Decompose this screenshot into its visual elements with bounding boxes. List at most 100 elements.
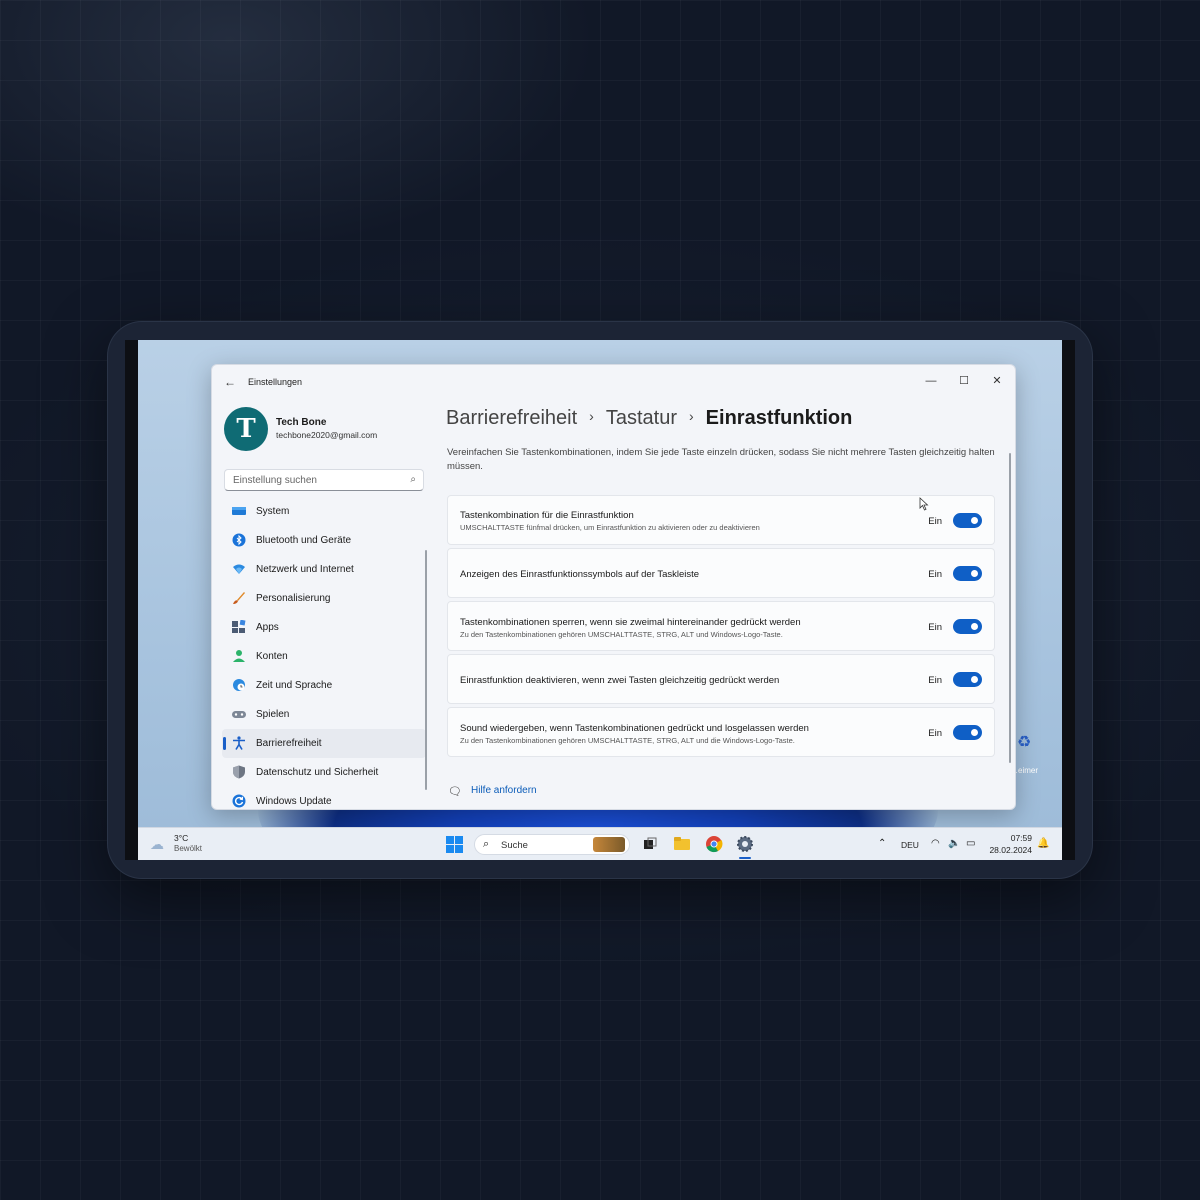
battery-icon[interactable]: ▭ — [966, 838, 975, 849]
mouse-cursor-icon — [919, 497, 929, 511]
sidebar-item-label: Personalisierung — [256, 593, 331, 604]
file-explorer-icon[interactable] — [672, 834, 692, 854]
page-description: Vereinfachen Sie Tastenkombinationen, in… — [447, 447, 995, 472]
title-bar: ← Einstellungen — ☐ ✕ — [212, 365, 1015, 399]
breadcrumb-keyboard[interactable]: Tastatur — [606, 407, 677, 429]
bluetooth-icon — [232, 533, 246, 547]
weather-temperature[interactable]: 3°C — [174, 833, 188, 843]
avatar[interactable]: T — [224, 407, 268, 451]
desktop: ♻ …eimer ← Einstellungen — ☐ ✕ T Tech Bo… — [138, 340, 1062, 860]
help-link[interactable]: Hilfe anfordern — [471, 785, 537, 796]
network-icon — [233, 564, 245, 574]
update-icon — [232, 794, 246, 808]
clock-date[interactable]: 28.02.2024 — [982, 845, 1032, 855]
sidebar-nav: System Bluetooth und Geräte Netzwerk und… — [222, 497, 426, 809]
taskbar: ☁ 3°C Bewölkt ⌕ Suche ⌃ DEU ◠ 🔈 ▭ 07:59 — [138, 827, 1062, 860]
sidebar-item-label: Netzwerk und Internet — [256, 564, 354, 575]
toggle-state: Ein — [928, 516, 942, 527]
setting-card-lock-shortcut[interactable]: Tastenkombinationen sperren, wenn sie zw… — [447, 601, 995, 651]
windows-start-icon[interactable] — [446, 836, 463, 853]
settings-gear-icon[interactable] — [735, 834, 755, 854]
content-scrollbar[interactable] — [1009, 453, 1011, 763]
toggle-knob — [971, 676, 978, 683]
minimize-button[interactable]: — — [916, 371, 946, 391]
search-input[interactable] — [231, 474, 405, 487]
search-icon[interactable]: ⌕ — [410, 474, 416, 485]
setting-title: Einrastfunktion deaktivieren, wenn zwei … — [460, 675, 780, 686]
active-app-indicator — [739, 857, 751, 859]
setting-title: Tastenkombinationen sperren, wenn sie zw… — [460, 617, 801, 628]
setting-card-sound[interactable]: Sound wiedergeben, wenn Tastenkombinatio… — [447, 707, 995, 757]
search-highlight-image — [593, 837, 625, 852]
search-icon: ⌕ — [483, 838, 490, 850]
sidebar-item-system[interactable]: System — [222, 497, 426, 526]
toggle-switch[interactable] — [953, 566, 982, 581]
window-title: Einstellungen — [248, 377, 303, 387]
task-view-icon[interactable] — [640, 834, 660, 854]
close-button[interactable]: ✕ — [982, 371, 1012, 391]
toggle-switch[interactable] — [953, 672, 982, 687]
toggle-switch[interactable] — [953, 725, 982, 740]
sidebar-item-apps[interactable]: Apps — [222, 613, 426, 642]
recycle-bin-icon[interactable]: ♻ — [1013, 732, 1035, 758]
page-title: Einrastfunktion — [705, 407, 853, 429]
toggle-state: Ein — [928, 675, 942, 686]
system-icon — [232, 507, 246, 515]
notification-bell-icon[interactable]: 🔔 — [1037, 838, 1049, 849]
toggle-state: Ein — [928, 622, 942, 633]
setting-title: Anzeigen des Einrastfunktionssymbols auf… — [460, 569, 700, 580]
sidebar-item-label: Datenschutz und Sicherheit — [256, 767, 379, 778]
sidebar-item-network[interactable]: Netzwerk und Internet — [222, 555, 426, 584]
setting-card-two-keys[interactable]: Einrastfunktion deaktivieren, wenn zwei … — [447, 654, 995, 704]
chevron-up-icon[interactable]: ⌃ — [878, 838, 886, 849]
chrome-icon[interactable] — [704, 834, 724, 854]
toggle-knob — [971, 729, 978, 736]
screen-bezel: ♻ …eimer ← Einstellungen — ☐ ✕ T Tech Bo… — [125, 340, 1075, 860]
sidebar-item-gaming[interactable]: Spielen — [222, 700, 426, 729]
taskbar-search[interactable]: ⌕ Suche — [474, 834, 630, 855]
apps-icon — [232, 620, 246, 633]
settings-search[interactable]: ⌕ — [224, 469, 424, 491]
setting-subtitle: Zu den Tastenkombinationen gehören UMSCH… — [460, 736, 795, 745]
speaker-icon[interactable]: 🔈 — [948, 838, 960, 849]
toggle-state: Ein — [928, 728, 942, 739]
maximize-button[interactable]: ☐ — [949, 371, 979, 391]
sidebar-item-label: Windows Update — [256, 796, 332, 807]
wifi-icon[interactable]: ◠ — [931, 838, 940, 849]
sidebar-scrollbar[interactable] — [425, 550, 427, 790]
user-name: Tech Bone — [276, 417, 327, 428]
sidebar-item-windows-update[interactable]: Windows Update — [222, 787, 426, 809]
weather-description[interactable]: Bewölkt — [174, 844, 202, 853]
setting-title: Sound wiedergeben, wenn Tastenkombinatio… — [460, 723, 809, 734]
setting-subtitle: UMSCHALTTASTE fünfmal drücken, um Einras… — [460, 523, 760, 532]
taskbar-search-placeholder: Suche — [501, 840, 528, 851]
cloud-icon[interactable]: ☁ — [150, 836, 164, 853]
toggle-knob — [971, 623, 978, 630]
sidebar-item-accounts[interactable]: Konten — [222, 642, 426, 671]
sidebar-item-label: Zeit und Sprache — [256, 680, 333, 691]
help-icon[interactable]: 🗨 — [448, 785, 462, 798]
chevron-right-icon: › — [689, 408, 694, 424]
account-icon — [233, 650, 245, 662]
sidebar-item-time-language[interactable]: Zeit und Sprache — [222, 671, 426, 700]
toggle-switch[interactable] — [953, 513, 982, 528]
sidebar-item-privacy[interactable]: Datenschutz und Sicherheit — [222, 758, 426, 787]
sidebar-item-personalization[interactable]: Personalisierung — [222, 584, 426, 613]
shield-icon — [233, 765, 245, 779]
sidebar-item-bluetooth[interactable]: Bluetooth und Geräte — [222, 526, 426, 555]
setting-card-taskbar-icon[interactable]: Anzeigen des Einrastfunktionssymbols auf… — [447, 548, 995, 598]
back-arrow-icon[interactable]: ← — [224, 375, 236, 389]
toggle-state: Ein — [928, 569, 942, 580]
active-indicator — [223, 737, 226, 750]
sidebar-item-label: Konten — [256, 651, 288, 662]
toggle-switch[interactable] — [953, 619, 982, 634]
settings-window: ← Einstellungen — ☐ ✕ T Tech Bone techbo… — [211, 364, 1016, 810]
setting-subtitle: Zu den Tastenkombinationen gehören UMSCH… — [460, 630, 783, 639]
language-indicator[interactable]: DEU — [901, 840, 919, 850]
breadcrumb-accessibility[interactable]: Barrierefreiheit — [446, 407, 577, 429]
clock-time[interactable]: 07:59 — [982, 833, 1032, 843]
sidebar-item-accessibility[interactable]: Barrierefreiheit — [222, 729, 426, 758]
setting-title: Tastenkombination für die Einrastfunktio… — [460, 510, 634, 521]
setting-card-shortcut[interactable]: Tastenkombination für die Einrastfunktio… — [447, 495, 995, 545]
toggle-knob — [971, 570, 978, 577]
